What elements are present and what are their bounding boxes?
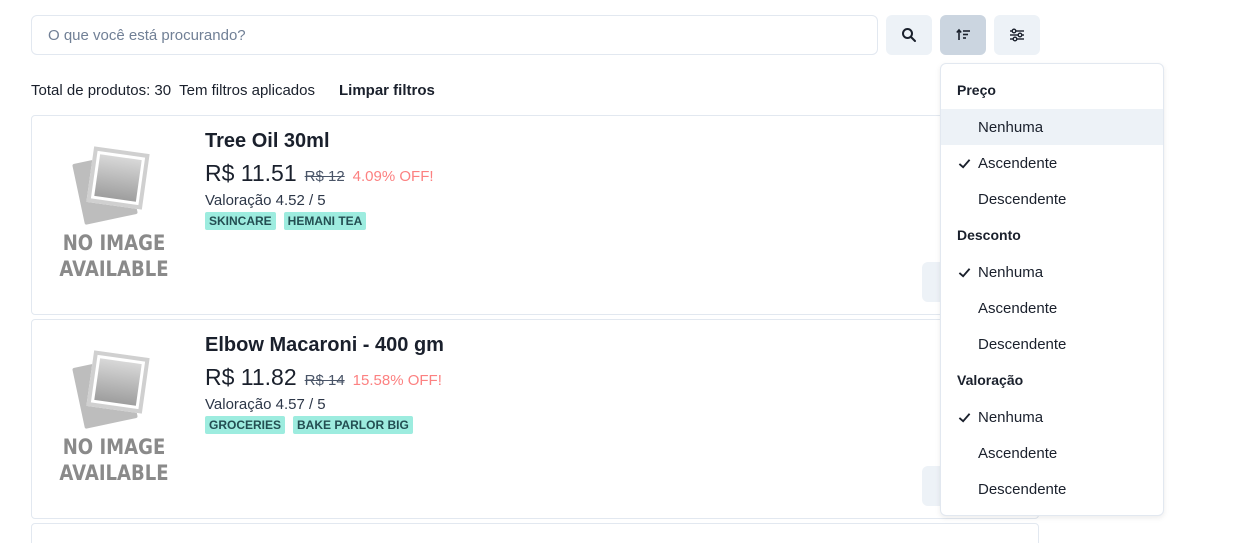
no-image-placeholder: NO IMAGE AVAILABLE <box>50 144 178 289</box>
sort-discount-none[interactable]: Nenhuma <box>941 254 1163 290</box>
check-icon <box>958 158 971 169</box>
product-price: R$ 11.51 <box>205 160 297 186</box>
product-old-price: R$ 12 <box>304 168 345 185</box>
filter-button[interactable] <box>994 15 1040 55</box>
category-tag: SKINCARE <box>205 212 276 230</box>
product-rating: Valoração 4.57 / 5 <box>205 396 326 413</box>
sort-rating-desc[interactable]: Descendente <box>941 471 1163 507</box>
product-price: R$ 11.82 <box>205 364 297 390</box>
total-products-label: Total de produtos: 30 <box>31 82 172 99</box>
sort-group-price-title: Preço <box>957 82 996 98</box>
sort-discount-asc[interactable]: Ascendente <box>941 290 1163 326</box>
product-card[interactable] <box>31 523 1039 543</box>
search-button[interactable] <box>886 15 932 55</box>
product-card[interactable]: NO IMAGE AVAILABLE Elbow Macaroni - 400 g… <box>31 319 1039 519</box>
brand-tag: HEMANI TEA <box>283 212 367 230</box>
sort-group-discount-title: Desconto <box>957 227 1021 243</box>
category-tag: GROCERIES <box>205 416 286 434</box>
product-discount: 4.09% OFF! <box>352 168 434 185</box>
sort-price-asc[interactable]: Ascendente <box>941 145 1163 181</box>
no-image-placeholder: NO IMAGE AVAILABLE <box>50 348 178 493</box>
product-card[interactable]: NO IMAGE AVAILABLE Tree Oil 30ml R$ 11.51… <box>31 115 1039 315</box>
check-icon <box>958 412 971 423</box>
sort-discount-desc[interactable]: Descendente <box>941 326 1163 362</box>
product-title[interactable]: Tree Oil 30ml <box>205 130 330 153</box>
filters-applied-label: Tem filtros aplicados <box>179 82 315 99</box>
results-summary: Total de produtos: 30 Tem filtros aplica… <box>31 82 435 99</box>
sort-icon <box>956 28 970 40</box>
search-icon <box>902 28 916 42</box>
search-input[interactable] <box>31 15 878 55</box>
sort-menu: Preço Nenhuma Ascendente Descendente Des… <box>940 63 1164 516</box>
sort-rating-asc[interactable]: Ascendente <box>941 435 1163 471</box>
brand-tag: BAKE PARLOR BIG <box>293 416 413 434</box>
product-rating: Valoração 4.52 / 5 <box>205 192 326 209</box>
product-title[interactable]: Elbow Macaroni - 400 gm <box>205 334 444 357</box>
sort-rating-none[interactable]: Nenhuma <box>941 399 1163 435</box>
sort-button[interactable] <box>940 15 986 55</box>
sort-group-rating-title: Valoração <box>957 372 1024 388</box>
clear-filters-button[interactable]: Limpar filtros <box>339 82 435 99</box>
sliders-icon <box>1010 28 1024 42</box>
sort-price-desc[interactable]: Descendente <box>941 181 1163 217</box>
sort-price-none[interactable]: Nenhuma <box>941 109 1163 145</box>
product-old-price: R$ 14 <box>304 372 345 389</box>
product-discount: 15.58% OFF! <box>352 372 442 389</box>
check-icon <box>958 267 971 278</box>
